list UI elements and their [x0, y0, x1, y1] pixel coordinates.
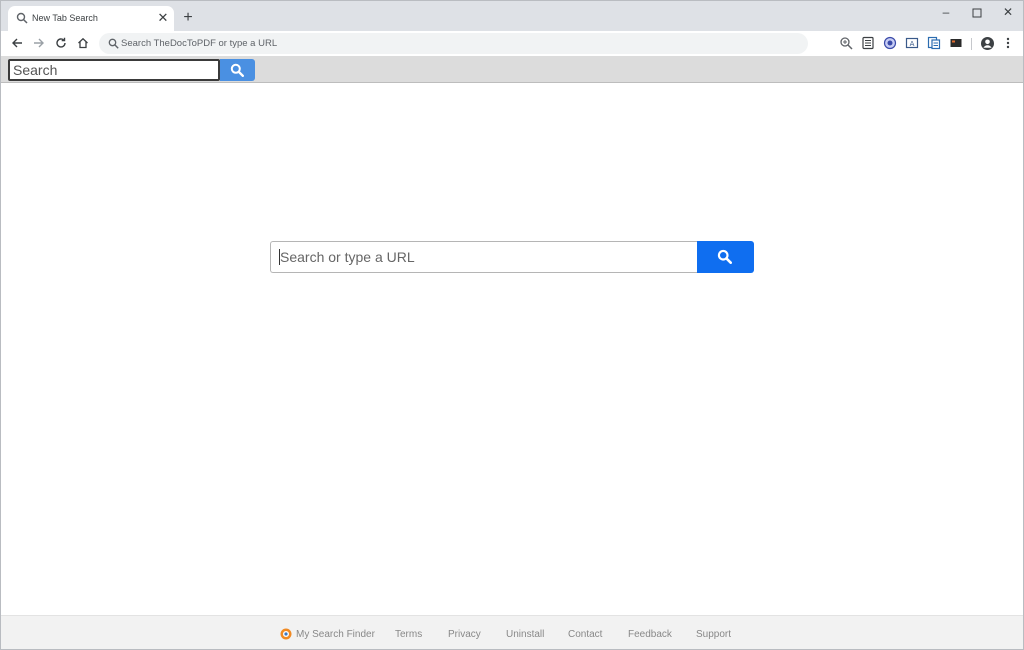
extension-search-input[interactable]	[8, 59, 220, 81]
footer-link-terms[interactable]: Terms	[395, 629, 422, 640]
footer-link-support[interactable]: Support	[696, 629, 731, 640]
home-icon	[77, 37, 88, 49]
brand-logo-icon	[280, 628, 292, 640]
search-icon	[717, 249, 732, 264]
media-icon[interactable]	[949, 36, 963, 50]
omnibox-search-icon	[108, 38, 119, 49]
brand-name: My Search Finder	[296, 629, 375, 640]
browser-toolbar: Search TheDocToPDF or type a URL A	[1, 31, 1023, 56]
profile-avatar-icon[interactable]	[980, 36, 995, 51]
translate-icon[interactable]: A	[905, 36, 919, 50]
forward-arrow-icon	[33, 38, 44, 48]
maximize-icon	[972, 8, 982, 18]
tab-close-icon[interactable]: ✕	[156, 11, 170, 25]
tab-title: New Tab Search	[32, 13, 98, 23]
footer-link-feedback[interactable]: Feedback	[628, 629, 672, 640]
back-arrow-icon	[11, 38, 22, 48]
main-search-box	[270, 241, 754, 273]
zoom-icon[interactable]	[839, 36, 853, 50]
footer-link-contact[interactable]: Contact	[568, 629, 602, 640]
address-bar[interactable]: Search TheDocToPDF or type a URL	[99, 33, 808, 54]
extension-search-button[interactable]	[220, 59, 255, 81]
minimize-button[interactable]: –	[929, 1, 963, 25]
svg-text:A: A	[910, 40, 915, 48]
main-search-button[interactable]	[697, 241, 754, 273]
new-tab-button[interactable]: +	[180, 10, 196, 26]
search-icon	[230, 63, 244, 77]
reload-icon	[55, 37, 66, 48]
note-icon[interactable]	[861, 36, 875, 50]
record-icon[interactable]	[883, 36, 897, 50]
close-window-button[interactable]: ✕	[991, 1, 1023, 25]
more-menu-icon[interactable]	[1003, 36, 1013, 50]
tab-new-tab-search[interactable]: New Tab Search ✕	[8, 6, 174, 31]
browser-window: New Tab Search ✕ + – ✕ Search TheDocToPD…	[0, 0, 1024, 650]
footer-link-privacy[interactable]: Privacy	[448, 629, 481, 640]
reload-button[interactable]	[52, 35, 69, 52]
extension-search-bar	[1, 56, 1023, 83]
back-button[interactable]	[8, 35, 25, 52]
home-button[interactable]	[74, 35, 91, 52]
search-icon	[16, 12, 28, 24]
address-bar-text: Search TheDocToPDF or type a URL	[121, 38, 278, 49]
forward-button[interactable]	[30, 35, 47, 52]
text-cursor	[279, 249, 280, 265]
toolbar-separator	[971, 38, 972, 50]
page-footer: My Search Finder Terms Privacy Uninstall…	[1, 615, 1023, 649]
maximize-button[interactable]	[960, 1, 994, 25]
docs-icon[interactable]	[927, 36, 941, 50]
tab-strip: New Tab Search ✕ + – ✕	[1, 1, 1023, 31]
main-search-input[interactable]	[270, 241, 698, 273]
footer-link-uninstall[interactable]: Uninstall	[506, 629, 544, 640]
